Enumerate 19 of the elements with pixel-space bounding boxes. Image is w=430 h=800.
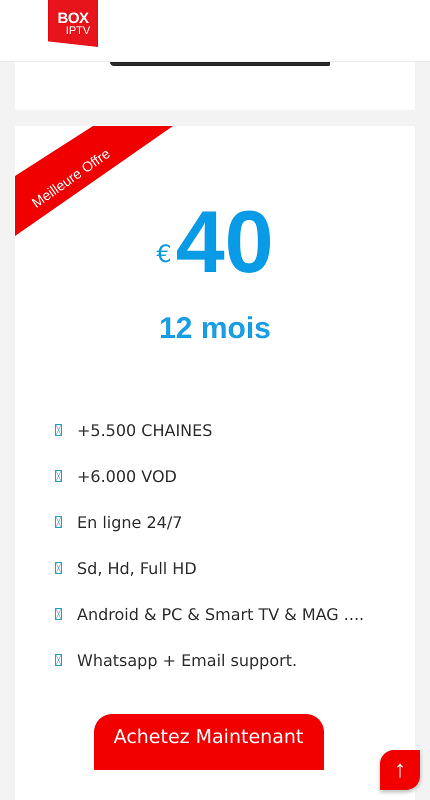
- feature-text: Sd, Hd, Full HD: [77, 558, 197, 578]
- missing-glyph-icon: [55, 470, 62, 482]
- missing-glyph-icon: [55, 516, 62, 528]
- missing-glyph-icon: [55, 654, 62, 666]
- missing-glyph-icon: [55, 562, 62, 574]
- feature-text: En ligne 24/7: [77, 512, 182, 532]
- missing-glyph-icon: [55, 424, 62, 436]
- buy-button[interactable]: Achetez Maintenant: [94, 714, 324, 770]
- scroll-top-button[interactable]: ↑: [380, 750, 420, 790]
- logo[interactable]: BOX IPTV: [48, 0, 98, 47]
- plan-duration: 12 mois: [159, 312, 271, 346]
- feature-text: +5.500 CHAINES: [77, 420, 212, 440]
- feature-text: +6.000 VOD: [77, 466, 177, 486]
- button-edge[interactable]: [110, 62, 330, 66]
- missing-glyph-icon: [55, 608, 62, 620]
- price-amount: 40: [176, 198, 274, 286]
- currency-symbol: €: [156, 240, 172, 268]
- feature-text: Whatsapp + Email support.: [77, 650, 298, 670]
- feature-text: Android & PC & Smart TV & MAG ....: [77, 604, 364, 624]
